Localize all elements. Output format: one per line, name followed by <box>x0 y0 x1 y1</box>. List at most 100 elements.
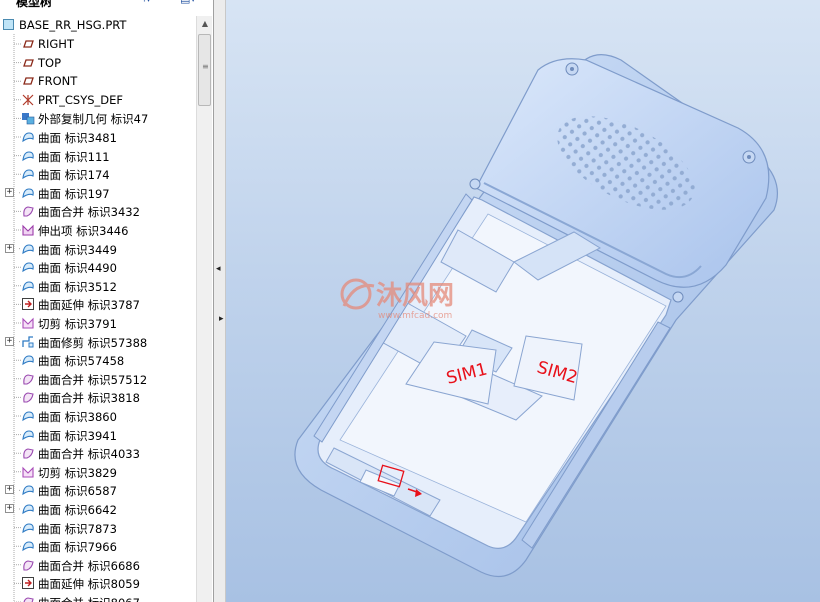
datum-plane-icon <box>21 74 35 88</box>
surface-icon <box>21 353 35 367</box>
tree-item-label: 曲面 标识3941 <box>38 428 117 443</box>
datum-plane-icon <box>21 37 35 51</box>
tree-item-label: 曲面 标识4490 <box>38 261 117 276</box>
surface-merge-icon <box>21 446 35 460</box>
collapse-left-icon[interactable]: ◂ <box>216 264 221 274</box>
tree-item[interactable]: 曲面合并 标识8067 <box>0 593 196 602</box>
tree-item-label: PRT_CSYS_DEF <box>38 92 124 107</box>
surface-icon <box>21 186 35 200</box>
tree-item[interactable]: TOP <box>0 54 196 73</box>
tree-item[interactable]: + 曲面 标识6587 <box>0 481 196 500</box>
tree-item[interactable]: 曲面合并 标识6686 <box>0 556 196 575</box>
tree-item[interactable]: 曲面合并 标识4033 <box>0 444 196 463</box>
tree-item-label: 曲面延伸 标识8059 <box>38 577 140 592</box>
tree-item[interactable]: 曲面 标识57458 <box>0 351 196 370</box>
surface-merge-icon <box>21 390 35 404</box>
surface-icon <box>21 428 35 442</box>
surface-icon <box>21 167 35 181</box>
surface-merge-icon <box>21 372 35 386</box>
tree-item[interactable]: 曲面合并 标识57512 <box>0 370 196 389</box>
expand-right-icon[interactable]: ▸ <box>219 314 224 324</box>
scroll-up-arrow-icon[interactable]: ▲ <box>199 19 211 29</box>
tree-scrollbar[interactable]: ▲ ≡ <box>196 16 212 602</box>
scroll-thumb[interactable]: ≡ <box>198 34 211 106</box>
tree-item-label: 曲面 标识174 <box>38 168 110 183</box>
tree-item-label: 曲面 标识7873 <box>38 521 117 536</box>
expand-plus-icon[interactable]: + <box>5 243 14 253</box>
tree-item[interactable]: + 曲面 标识3449 <box>0 240 196 259</box>
tree-item-label: 外部复制几何 标识47 <box>38 112 149 127</box>
datum-plane-icon <box>21 56 35 70</box>
tree-item[interactable]: + 曲面修剪 标识57388 <box>0 333 196 352</box>
model-tree-title: 模型树 <box>16 0 53 9</box>
tree-item[interactable]: 曲面 标识174 <box>0 165 196 184</box>
tree-item-label: 曲面合并 标识4033 <box>38 447 140 462</box>
tree-item-label: RIGHT <box>38 37 74 51</box>
tree-item[interactable]: 曲面 标识3860 <box>0 407 196 426</box>
protrusion-icon <box>21 223 35 237</box>
watermark: 沐风网 www.mfcad.com <box>340 278 454 321</box>
tree-item-label: 曲面 标识6642 <box>38 503 117 517</box>
expand-plus-icon[interactable]: + <box>5 187 14 197</box>
tree-item-label: 曲面 标识6587 <box>38 484 117 499</box>
tree-item[interactable]: 曲面 标识7873 <box>0 519 196 538</box>
part-icon <box>3 19 14 30</box>
tree-item[interactable]: 伸出项 标识3446 <box>0 221 196 240</box>
tree-item[interactable]: 曲面延伸 标识3787 <box>0 295 196 314</box>
tree-item-label: 曲面合并 标识57512 <box>38 372 148 387</box>
tree-item-label: 曲面合并 标识3818 <box>38 391 140 406</box>
tree-item[interactable]: 切剪 标识3829 <box>0 463 196 482</box>
model-tree-header: 模型树 ⫶▾ ▤▾ <box>0 0 213 9</box>
tree-item-label: 曲面合并 标识6686 <box>38 558 140 573</box>
tree-item[interactable]: 曲面 标识7966 <box>0 537 196 556</box>
tree-item-label: 切剪 标识3791 <box>38 317 117 331</box>
surface-icon <box>21 502 35 516</box>
tree-item-label: FRONT <box>38 74 78 89</box>
tree-item-label: 曲面修剪 标识57388 <box>38 335 148 350</box>
surface-icon <box>21 483 35 497</box>
tree-item-label: 曲面 标识3481 <box>38 131 117 145</box>
tree-item[interactable]: + 曲面 标识197 <box>0 184 196 203</box>
surface-icon <box>21 521 35 535</box>
tree-item-label: 曲面 标识3860 <box>38 410 117 424</box>
tree-settings-button[interactable]: ⫶▾ <box>143 0 173 6</box>
tree-item[interactable]: 曲面 标识3941 <box>0 426 196 445</box>
surface-icon <box>21 409 35 423</box>
tree-item-label: 曲面 标识57458 <box>38 354 125 369</box>
tree-item[interactable]: 曲面合并 标识3818 <box>0 388 196 407</box>
surface-merge-icon <box>21 558 35 572</box>
cut-icon <box>21 465 35 479</box>
watermark-url: www.mfcad.com <box>378 311 452 321</box>
panel-splitter[interactable]: ◂ ▸ <box>214 0 226 602</box>
surface-extend-icon <box>21 297 35 311</box>
tree-item-label: TOP <box>38 55 62 70</box>
graphics-viewport[interactable]: SIM1 SIM2 沐风网 www.mfcad.com <box>226 0 820 602</box>
surface-icon <box>21 539 35 553</box>
tree-item-label: 曲面合并 标识8067 <box>38 595 140 602</box>
tree-item[interactable]: 曲面 标识3481 <box>0 128 196 147</box>
expand-plus-icon[interactable]: + <box>5 485 14 495</box>
tree-item[interactable]: + 曲面 标识6642 <box>0 500 196 519</box>
tree-item-label: 曲面延伸 标识3787 <box>38 298 140 313</box>
surface-trim-icon <box>21 335 35 349</box>
surface-icon <box>21 130 35 144</box>
tree-item[interactable]: 曲面合并 标识3432 <box>0 202 196 221</box>
tree-item[interactable]: 曲面 标识4490 <box>0 258 196 277</box>
tree-item[interactable]: PRT_CSYS_DEF <box>0 91 196 110</box>
watermark-text: 沐风网 <box>376 281 454 311</box>
expand-plus-icon[interactable]: + <box>5 336 14 346</box>
tree-item[interactable]: 外部复制几何 标识47 <box>0 109 196 128</box>
tree-show-button[interactable]: ▤▾ <box>180 0 210 6</box>
tree-settings-icon: ⫶▾ <box>143 0 151 5</box>
tree-item[interactable]: 曲面延伸 标识8059 <box>0 574 196 593</box>
expand-plus-icon[interactable]: + <box>5 504 14 513</box>
tree-item[interactable]: 曲面 标识3512 <box>0 277 196 296</box>
cut-icon <box>21 316 35 330</box>
surface-extend-icon <box>21 576 35 590</box>
tree-item[interactable]: FRONT <box>0 72 196 91</box>
tree-item[interactable]: 切剪 标识3791 <box>0 314 196 333</box>
tree-item[interactable]: 曲面 标识111 <box>0 147 196 166</box>
model-tree-panel: 模型树 ⫶▾ ▤▾ BASE_RR_HSG.PRT RIGHT TOP FRONT P… <box>0 0 214 602</box>
surface-icon <box>21 149 35 163</box>
tree-item[interactable]: RIGHT <box>0 35 196 54</box>
